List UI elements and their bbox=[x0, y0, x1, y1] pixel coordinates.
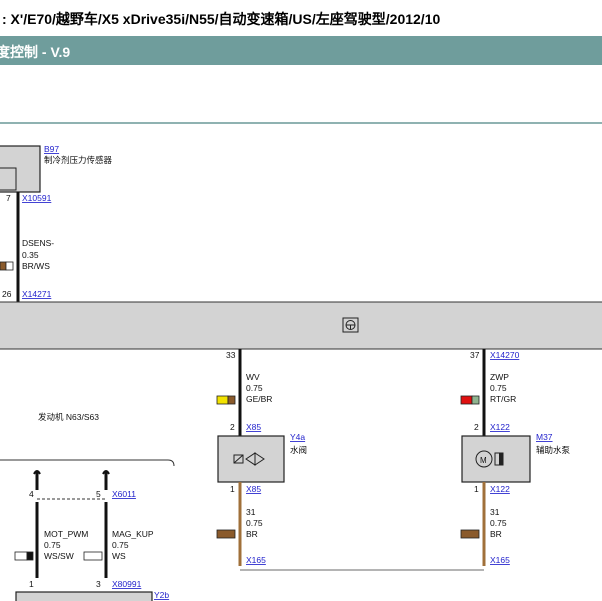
control-module[interactable] bbox=[0, 301, 602, 350]
dsens-signal: DSENS- bbox=[22, 238, 54, 248]
mot-pwm-gauge: 0.75 bbox=[44, 540, 61, 550]
conn-x165-right[interactable]: X165 bbox=[490, 555, 510, 565]
conn-x85-bot[interactable]: X85 bbox=[246, 484, 261, 494]
conn-x122-bot[interactable]: X122 bbox=[490, 484, 510, 494]
module-bar bbox=[0, 301, 602, 350]
y2b-body bbox=[15, 591, 153, 601]
component-y4a[interactable] bbox=[217, 435, 285, 483]
conn-x14271[interactable]: X14271 bbox=[22, 289, 52, 299]
wv-signal: WV bbox=[246, 372, 260, 382]
component-y2b[interactable] bbox=[15, 591, 153, 601]
dsens-gauge: 0.35 bbox=[22, 250, 39, 260]
pin-x14271: 26 bbox=[2, 289, 12, 299]
conn-x80991[interactable]: X80991 bbox=[112, 579, 142, 589]
m37-name: 辅助水泵 bbox=[536, 445, 571, 455]
conn-x6011[interactable]: X6011 bbox=[112, 489, 136, 499]
pin-x6011-right: 5 bbox=[96, 489, 101, 499]
wv-color: GE/BR bbox=[246, 394, 272, 404]
swatch-wv bbox=[216, 395, 236, 405]
swatch-mot-pwm bbox=[14, 551, 34, 561]
conn-x122-top[interactable]: X122 bbox=[490, 422, 510, 432]
swatch-zwp bbox=[460, 395, 480, 405]
gnd-left-signal: 31 bbox=[246, 507, 256, 517]
conn-x10591[interactable]: X10591 bbox=[22, 193, 52, 203]
y4a-id[interactable]: Y4a bbox=[290, 432, 305, 442]
b97-id[interactable]: B97 bbox=[44, 144, 59, 154]
pin-x14270-right: 37 bbox=[470, 350, 480, 360]
wv-gauge: 0.75 bbox=[246, 383, 263, 393]
zwp-gauge: 0.75 bbox=[490, 383, 507, 393]
pin-x122-bot: 1 bbox=[474, 484, 479, 494]
dsens-color: BR/WS bbox=[22, 261, 50, 271]
mag-kup-gauge: 0.75 bbox=[112, 540, 129, 550]
conn-x85-top[interactable]: X85 bbox=[246, 422, 261, 432]
y2b-id[interactable]: Y2b bbox=[154, 590, 169, 600]
gnd-right-color: BR bbox=[490, 529, 502, 539]
wire-mag-kup-top bbox=[102, 470, 110, 490]
wiring-diagram: B97 制冷剂压力传感器 7 X10591 DSENS- 0.35 BR/WS … bbox=[0, 144, 602, 601]
engine-name: 发动机 N63/S63 bbox=[38, 412, 99, 422]
y4a-body bbox=[217, 435, 285, 483]
mag-kup-signal: MAG_KUP bbox=[112, 529, 154, 539]
gnd-left-color: BR bbox=[246, 529, 258, 539]
pin-x14270-left: 33 bbox=[226, 350, 236, 360]
wire-mot-pwm-top bbox=[33, 470, 41, 490]
conn-x165-left[interactable]: X165 bbox=[246, 555, 266, 565]
swatch-gnd-left bbox=[216, 529, 236, 539]
mot-pwm-signal: MOT_PWM bbox=[44, 529, 88, 539]
gnd-right-signal: 31 bbox=[490, 507, 500, 517]
zwp-signal: ZWP bbox=[490, 372, 509, 382]
mag-kup-color: WS bbox=[112, 551, 126, 561]
component-b97[interactable] bbox=[0, 145, 41, 193]
m37-id[interactable]: M37 bbox=[536, 432, 553, 442]
swatch-gnd-right bbox=[460, 529, 480, 539]
svg-text:M: M bbox=[480, 456, 487, 465]
pin-x122-top: 2 bbox=[474, 422, 479, 432]
y4a-name: 水阀 bbox=[290, 445, 307, 455]
engine-boundary bbox=[0, 459, 175, 467]
pin-x10591: 7 bbox=[6, 193, 11, 203]
swatch-dsens bbox=[0, 261, 14, 271]
zwp-color: RT/GR bbox=[490, 394, 516, 404]
b97-body bbox=[0, 145, 41, 193]
b97-name: 制冷剂压力传感器 bbox=[44, 155, 113, 165]
pin-x85-top: 2 bbox=[230, 422, 235, 432]
pin-x85-bot: 1 bbox=[230, 484, 235, 494]
m37-body bbox=[461, 435, 531, 483]
pin-x80991-left: 1 bbox=[29, 579, 34, 589]
gnd-right-gauge: 0.75 bbox=[490, 518, 507, 528]
mot-pwm-color: WS/SW bbox=[44, 551, 74, 561]
conn-x14270[interactable]: X14270 bbox=[490, 350, 520, 360]
pin-x6011-left: 4 bbox=[29, 489, 34, 499]
gnd-left-gauge: 0.75 bbox=[246, 518, 263, 528]
swatch-mag-kup bbox=[83, 551, 103, 561]
steering-wheel-icon bbox=[342, 317, 359, 333]
component-m37[interactable] bbox=[461, 435, 531, 483]
pin-x80991-right: 3 bbox=[96, 579, 101, 589]
